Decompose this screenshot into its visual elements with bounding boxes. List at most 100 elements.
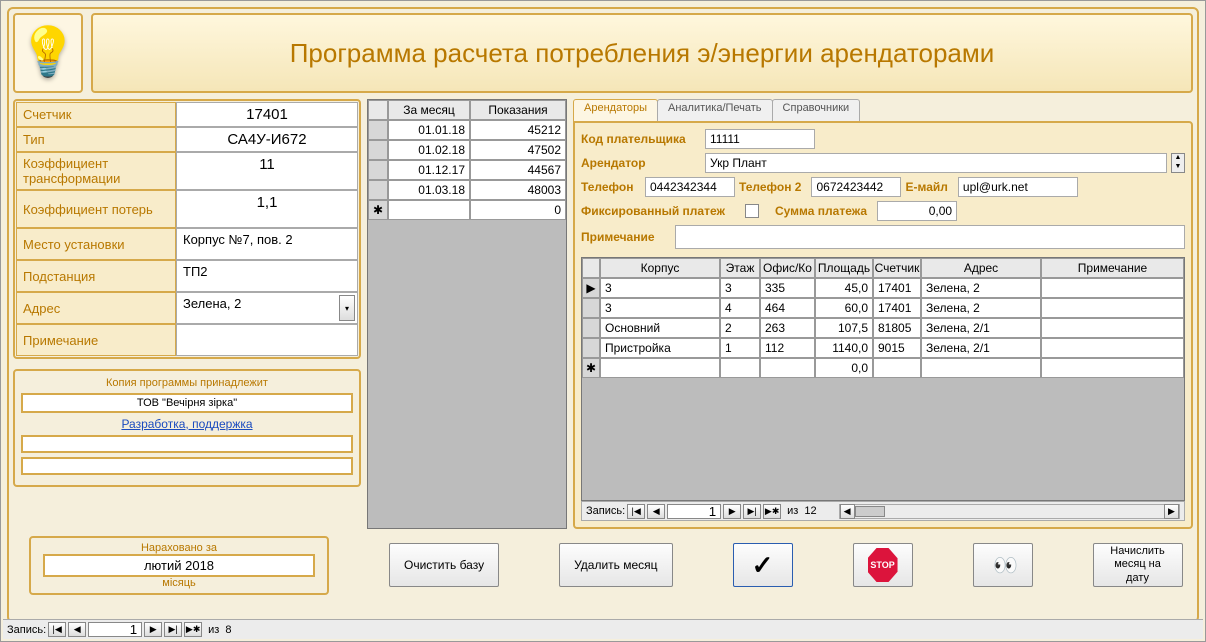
confirm-button[interactable]: ✓: [733, 543, 793, 587]
cell-area[interactable]: 0,0: [815, 358, 873, 378]
col-floor[interactable]: Этаж: [720, 258, 760, 278]
nav-new-icon[interactable]: ▶✱: [763, 504, 781, 519]
nav-next-icon[interactable]: ▶: [144, 622, 162, 637]
cell-note[interactable]: [1041, 318, 1184, 338]
tenant-spin[interactable]: ▲ ▼: [1171, 153, 1185, 173]
premises-row[interactable]: Пристройка 1 112 1140,0 9015 Зелена, 2/1: [582, 338, 1184, 358]
payer-code-field[interactable]: [705, 129, 815, 149]
scroll-left-icon[interactable]: ◀: [840, 504, 855, 519]
fixed-pay-checkbox[interactable]: [745, 204, 759, 218]
reading-value[interactable]: 44567: [470, 160, 566, 180]
cell-area[interactable]: 1140,0: [815, 338, 873, 358]
cell-counter[interactable]: 81805: [873, 318, 921, 338]
cell-counter[interactable]: 17401: [873, 278, 921, 298]
readings-row[interactable]: 01.12.17 44567: [368, 160, 566, 180]
phone-field[interactable]: [645, 177, 735, 197]
reading-value[interactable]: 47502: [470, 140, 566, 160]
nav-first-icon[interactable]: |◀: [627, 504, 645, 519]
meter-note-field[interactable]: [176, 324, 358, 356]
reading-date[interactable]: [388, 200, 470, 220]
cell-address[interactable]: Зелена, 2/1: [921, 338, 1041, 358]
cell-building[interactable]: 3: [600, 298, 720, 318]
cell-building[interactable]: Пристройка: [600, 338, 720, 358]
chevron-up-icon[interactable]: ▲: [1172, 154, 1184, 163]
email-field[interactable]: [958, 177, 1078, 197]
reading-value[interactable]: 45212: [470, 120, 566, 140]
chevron-down-icon[interactable]: ▾: [339, 295, 355, 321]
chevron-down-icon[interactable]: ▼: [1172, 163, 1184, 172]
cell-note[interactable]: [1041, 358, 1184, 378]
meter-substation-field[interactable]: ТП2: [176, 260, 358, 292]
cell-office[interactable]: 464: [760, 298, 815, 318]
nav-new-icon[interactable]: ▶✱: [184, 622, 202, 637]
delete-month-button[interactable]: Удалить месяц: [559, 543, 672, 587]
row-selector[interactable]: [582, 338, 600, 358]
stop-button[interactable]: STOP: [853, 543, 913, 587]
cell-floor[interactable]: 4: [720, 298, 760, 318]
cell-address[interactable]: [921, 358, 1041, 378]
tab-directories[interactable]: Справочники: [772, 99, 861, 121]
nav-next-icon[interactable]: ▶: [723, 504, 741, 519]
meter-address-combo[interactable]: Зелена, 2 ▾: [176, 292, 358, 324]
new-row-icon[interactable]: ✱: [368, 200, 388, 220]
cell-area[interactable]: 107,5: [815, 318, 873, 338]
outer-record-position-input[interactable]: [88, 622, 142, 637]
cell-address[interactable]: Зелена, 2: [921, 298, 1041, 318]
readings-row[interactable]: 01.02.18 47502: [368, 140, 566, 160]
phone2-field[interactable]: [811, 177, 901, 197]
meter-kloss-field[interactable]: 1,1: [176, 190, 358, 228]
readings-row[interactable]: 01.03.18 48003: [368, 180, 566, 200]
row-selector[interactable]: [368, 180, 388, 200]
cell-note[interactable]: [1041, 338, 1184, 358]
tab-analytics[interactable]: Аналитика/Печать: [657, 99, 773, 121]
reading-date[interactable]: 01.01.18: [388, 120, 470, 140]
readings-head-month[interactable]: За месяц: [388, 100, 470, 120]
cell-area[interactable]: 45,0: [815, 278, 873, 298]
cell-building[interactable]: 3: [600, 278, 720, 298]
col-counter[interactable]: Счетчик: [873, 258, 921, 278]
tab-tenants[interactable]: Арендаторы: [573, 99, 658, 121]
reading-date[interactable]: 01.12.17: [388, 160, 470, 180]
cell-building[interactable]: Основний: [600, 318, 720, 338]
cell-office[interactable]: [760, 358, 815, 378]
meter-place-field[interactable]: Корпус №7, пов. 2: [176, 228, 358, 260]
h-scrollbar[interactable]: ◀ ▶: [839, 504, 1180, 519]
cell-floor[interactable]: 2: [720, 318, 760, 338]
meter-ktrans-field[interactable]: 11: [176, 152, 358, 190]
row-selector[interactable]: [582, 298, 600, 318]
cell-building[interactable]: [600, 358, 720, 378]
nav-first-icon[interactable]: |◀: [48, 622, 66, 637]
readings-new-row[interactable]: ✱ 0: [368, 200, 566, 220]
cell-address[interactable]: Зелена, 2: [921, 278, 1041, 298]
nav-prev-icon[interactable]: ◀: [68, 622, 86, 637]
col-building[interactable]: Корпус: [600, 258, 720, 278]
col-address[interactable]: Адрес: [921, 258, 1041, 278]
new-row-icon[interactable]: ✱: [582, 358, 600, 378]
row-selector[interactable]: [368, 120, 388, 140]
cell-floor[interactable]: [720, 358, 760, 378]
support-link[interactable]: Разработка, поддержка: [21, 417, 353, 431]
row-selector[interactable]: [582, 318, 600, 338]
premises-grid[interactable]: Корпус Этаж Офис/Ко Площадь Счетчик Адре…: [581, 257, 1185, 501]
cell-office[interactable]: 263: [760, 318, 815, 338]
clear-db-button[interactable]: Очистить базу: [389, 543, 499, 587]
col-area[interactable]: Площадь: [815, 258, 873, 278]
cell-counter[interactable]: 9015: [873, 338, 921, 358]
meter-counter-field[interactable]: 17401: [176, 102, 358, 127]
cell-address[interactable]: Зелена, 2/1: [921, 318, 1041, 338]
row-selector[interactable]: [368, 140, 388, 160]
readings-head-value[interactable]: Показания: [470, 100, 566, 120]
col-office[interactable]: Офис/Ко: [760, 258, 815, 278]
tenant-note-field[interactable]: [675, 225, 1185, 249]
reading-date[interactable]: 01.02.18: [388, 140, 470, 160]
premises-row[interactable]: Основний 2 263 107,5 81805 Зелена, 2/1: [582, 318, 1184, 338]
cell-note[interactable]: [1041, 278, 1184, 298]
cell-counter[interactable]: [873, 358, 921, 378]
cell-area[interactable]: 60,0: [815, 298, 873, 318]
premises-row[interactable]: 3 4 464 60,0 17401 Зелена, 2: [582, 298, 1184, 318]
current-row-icon[interactable]: ▶: [582, 278, 600, 298]
nav-last-icon[interactable]: ▶|: [743, 504, 761, 519]
scroll-right-icon[interactable]: ▶: [1164, 504, 1179, 519]
scroll-thumb[interactable]: [855, 506, 885, 517]
reading-value[interactable]: 0: [470, 200, 566, 220]
